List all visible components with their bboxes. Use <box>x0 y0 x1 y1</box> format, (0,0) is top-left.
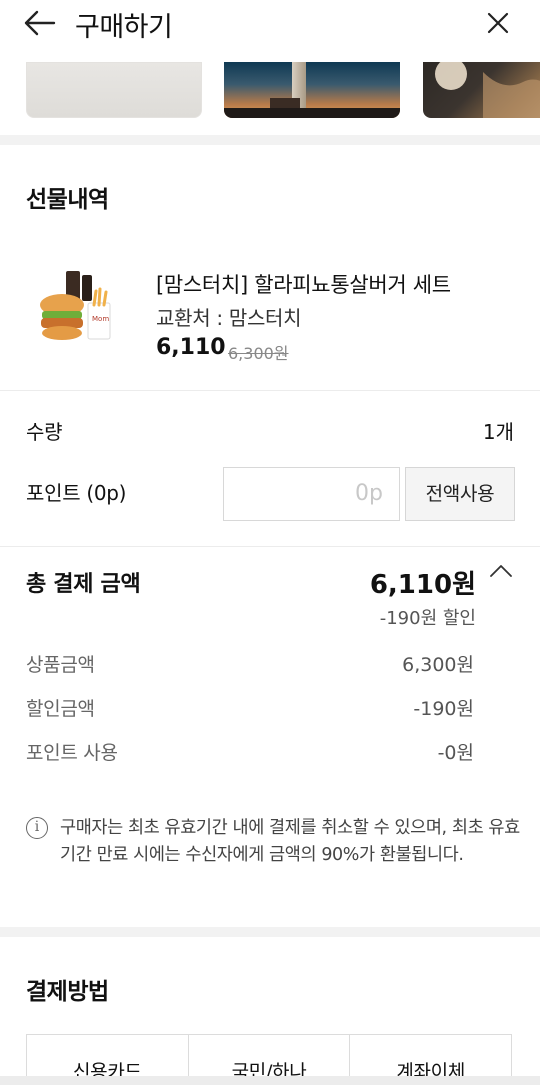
page-title: 구매하기 <box>75 12 173 43</box>
payment-section-title: 결제방법 <box>26 979 109 1005</box>
points-label: 포인트 (0p) <box>26 481 127 505</box>
detail-value: 6,300원 <box>402 654 474 676</box>
divider <box>0 546 540 547</box>
close-icon <box>487 12 509 34</box>
gift-card-option[interactable] <box>423 62 540 118</box>
svg-text:Mom: Mom <box>92 315 109 323</box>
product-name: [맘스터치] 할라피뇨통살버거 세트 <box>156 273 451 297</box>
section-divider <box>0 927 540 937</box>
section-divider <box>0 135 540 145</box>
refund-notice: 구매자는 최초 유효기간 내에 결제를 취소할 수 있으며, 최초 유효기간 만… <box>60 818 520 865</box>
close-button[interactable] <box>484 9 512 37</box>
product-original-price: 6,300원 <box>228 344 289 363</box>
ground-image <box>224 108 400 118</box>
points-input[interactable]: 0p <box>223 467 400 521</box>
quantity-value: 1개 <box>482 420 514 444</box>
arrow-left-icon <box>24 10 56 36</box>
detail-label: 할인금액 <box>26 698 95 720</box>
info-icon: i <box>26 817 48 839</box>
detail-label: 상품금액 <box>26 654 95 676</box>
product-price: 6,110 <box>156 335 226 360</box>
gift-card-carousel[interactable] <box>0 62 540 120</box>
collapse-toggle[interactable] <box>489 563 513 579</box>
ribbon-image <box>435 62 540 118</box>
bottom-bar <box>0 1076 540 1085</box>
total-label: 총 결제 금액 <box>26 572 141 597</box>
back-button[interactable] <box>22 8 58 38</box>
header: 구매하기 <box>0 0 540 48</box>
use-all-points-button[interactable]: 전액사용 <box>405 467 515 521</box>
quantity-label: 수량 <box>26 420 63 444</box>
gift-card-option[interactable] <box>26 62 202 118</box>
total-discount: -190원 할인 <box>379 608 476 629</box>
total-amount: 6,110원 <box>369 570 476 600</box>
detail-value: -0원 <box>437 742 474 764</box>
product-store: 교환처 : 맘스터치 <box>156 306 302 330</box>
divider <box>0 390 540 391</box>
chevron-up-icon <box>490 565 512 577</box>
gift-section-title: 선물내역 <box>26 187 109 213</box>
detail-value: -190원 <box>413 698 474 720</box>
product-image: Mom <box>36 265 116 350</box>
detail-label: 포인트 사용 <box>26 742 118 764</box>
gift-card-option[interactable] <box>224 62 400 118</box>
